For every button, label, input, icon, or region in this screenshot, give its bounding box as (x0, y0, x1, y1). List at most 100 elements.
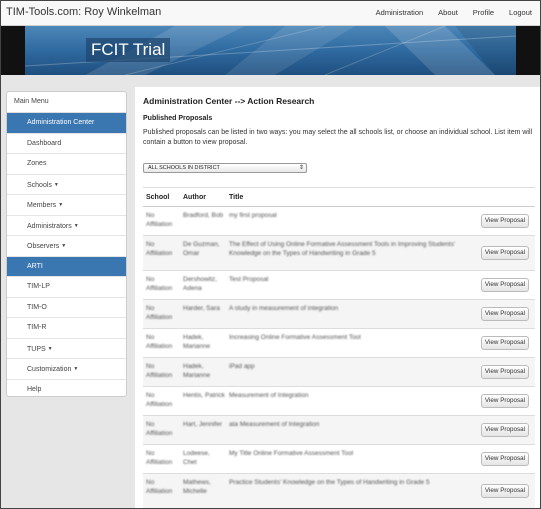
cell-author: Mathews, Michelle (183, 479, 211, 495)
sidebar-item-label: Administrators (27, 222, 72, 230)
cell-author: Hart, Jennifer (183, 421, 223, 428)
page-title: Administration Center --> Action Researc… (143, 96, 315, 106)
sidebar-item-label: Members (27, 201, 57, 209)
menu-title: Main Menu (7, 92, 126, 113)
cell-title: ata Measurement of Integration (229, 421, 320, 428)
brand-title[interactable]: TIM-Tools.com: Roy Winkelman (6, 6, 161, 18)
cell-author: Harder, Sara (183, 305, 220, 312)
sidebar-item-tim-o[interactable]: TIM-O (7, 298, 126, 318)
cell-author: Hentis, Patrick (183, 392, 225, 399)
sidebar-item-customization[interactable]: Customization ▼ (7, 359, 126, 380)
cell-school: No Affiliation (146, 276, 173, 292)
nav-link-administration[interactable]: Administration (376, 8, 424, 17)
sidebar-item-help[interactable]: Help (7, 380, 126, 400)
view-proposal-button[interactable]: View Proposal (481, 278, 529, 292)
sidebar-item-dashboard[interactable]: Dashboard (7, 134, 126, 154)
nav-links: Administration About Profile Logout (361, 8, 532, 17)
cell-title: iPad app (229, 363, 255, 370)
cell-school: No Affiliation (146, 450, 173, 466)
cell-school: No Affiliation (146, 212, 173, 228)
sidebar-item-administrators[interactable]: Administrators ▼ (7, 216, 126, 236)
sidebar-item-label: ARTI (27, 262, 43, 270)
table-row: No Affiliation De Guzman, Omar The Effect … (143, 236, 535, 271)
sidebar-item-label: TIM-R (27, 324, 47, 331)
sidebar-item-observers[interactable]: Observers ▼ (7, 236, 126, 257)
caret-down-icon: ▼ (53, 181, 59, 188)
table-row: No Affiliation Hadek, Marianne Increasing … (143, 329, 535, 358)
sidebar-item-label: Zones (27, 160, 47, 167)
header-school: School (146, 194, 170, 201)
sidebar-menu: Main Menu Administration Center Dashboard… (6, 91, 127, 400)
cell-title: The Effect of Using Online Formative Ass… (229, 241, 456, 257)
cell-title: Measurement of Integration (229, 392, 309, 399)
cell-author: Bradford, Bob (183, 212, 224, 219)
view-proposal-button[interactable]: View Proposal (481, 246, 529, 260)
sidebar-item-label: Help (27, 385, 42, 393)
sidebar-item-label: Customization (27, 365, 72, 373)
sidebar-item-schools[interactable]: Schools ▼ (7, 175, 126, 195)
table-row: No Affiliation Hadek, Marianne iPad app Vie… (143, 358, 535, 387)
table-row: No Affiliation Hart, Jennifer ata Measurem… (143, 416, 535, 445)
header-author: Author (183, 194, 206, 201)
table-body: No Affiliation Bradford, Bob my first prop… (143, 207, 535, 508)
sidebar-item-label: Schools (27, 181, 52, 189)
cell-title: Increasing Online Formative Assessment T… (229, 334, 361, 341)
sidebar-item-label: Administration Center (27, 119, 95, 126)
view-proposal-button[interactable]: View Proposal (481, 336, 529, 350)
description: Published proposals can be listed in two… (143, 129, 533, 146)
caret-down-icon: ▼ (58, 202, 64, 208)
top-navbar: TIM-Tools.com: Roy Winkelman Administrat… (1, 1, 540, 26)
table-header: School Author Title (143, 187, 535, 207)
sidebar-item-label: TIM-LP (27, 283, 50, 290)
cell-school: No Affiliation (146, 392, 173, 408)
view-proposal-button[interactable]: View Proposal (481, 452, 529, 466)
view-proposal-button[interactable]: View Proposal (481, 214, 529, 228)
view-proposal-button[interactable]: View Proposal (481, 484, 529, 498)
banner-edge-left (1, 26, 25, 75)
cell-author: Hadek, Marianne (183, 363, 211, 379)
sidebar-item-label: Observers (27, 242, 60, 250)
caret-down-icon: ▼ (73, 222, 79, 229)
sidebar-item-tim-r[interactable]: TIM-R (7, 318, 126, 339)
cell-title: Practice Students' Knowledge on the Type… (229, 479, 430, 486)
sidebar-item-zones[interactable]: Zones (7, 154, 126, 175)
cell-title: My Title Online Formative Assessment Too… (229, 450, 354, 457)
sidebar-item-label: TIM-O (27, 303, 47, 311)
sidebar-item-tim-lp[interactable]: TIM-LP (7, 277, 126, 298)
cell-title: my first proposal (229, 212, 277, 219)
sidebar-item-administration-center[interactable]: Administration Center (7, 113, 126, 134)
sidebar-item-label: Dashboard (27, 139, 62, 147)
cell-author: De Guzman, Omar (183, 241, 220, 257)
table-row: No Affiliation Dershowitz, Adena Test Prop… (143, 271, 535, 300)
header-title: Title (229, 194, 244, 201)
caret-down-icon: ▼ (73, 366, 79, 372)
table-row: No Affiliation Harder, Sara A study in mea… (143, 300, 535, 329)
caret-down-icon: ▼ (61, 243, 67, 249)
sidebar-item-arti[interactable]: ARTI (7, 256, 126, 277)
view-proposal-button[interactable]: View Proposal (481, 423, 529, 437)
view-proposal-button[interactable]: View Proposal (481, 394, 529, 408)
cell-author: Dershowitz, Adena (183, 276, 217, 292)
table-row: No Affiliation Lodeese, Chet My Title Onli… (143, 445, 535, 474)
proposals-table: School Author Title No Affiliation Bradfo… (143, 187, 535, 508)
cell-school: No Affiliation (146, 363, 173, 379)
section-title: Published Proposals (143, 115, 213, 122)
school-select-value: ALL SCHOOLS IN DISTRICT (148, 165, 220, 171)
cell-school: No Affiliation (146, 421, 173, 437)
table-row: No Affiliation Hentis, Patrick Measurement… (143, 387, 535, 416)
cell-school: No Affiliation (146, 305, 173, 321)
cell-title: A study in measurement of integration (229, 305, 339, 312)
cell-author: Hadek, Marianne (183, 334, 211, 350)
banner-edge-right (516, 26, 540, 75)
nav-link-about[interactable]: About (438, 8, 458, 17)
view-proposal-button[interactable]: View Proposal (481, 365, 529, 379)
banner: FCIT Trial (1, 26, 540, 75)
caret-down-icon: ▼ (47, 345, 53, 352)
view-proposal-button[interactable]: View Proposal (481, 307, 529, 321)
nav-link-logout[interactable]: Logout (509, 8, 532, 17)
school-select[interactable]: ALL SCHOOLS IN DISTRICT ⇕ (143, 163, 307, 173)
sidebar-item-members[interactable]: Members ▼ (7, 195, 126, 216)
nav-link-profile[interactable]: Profile (473, 8, 494, 17)
sidebar-item-tups[interactable]: TUPS ▼ (7, 339, 126, 359)
table-row: No Affiliation Mathews, Michelle Practice … (143, 474, 535, 508)
